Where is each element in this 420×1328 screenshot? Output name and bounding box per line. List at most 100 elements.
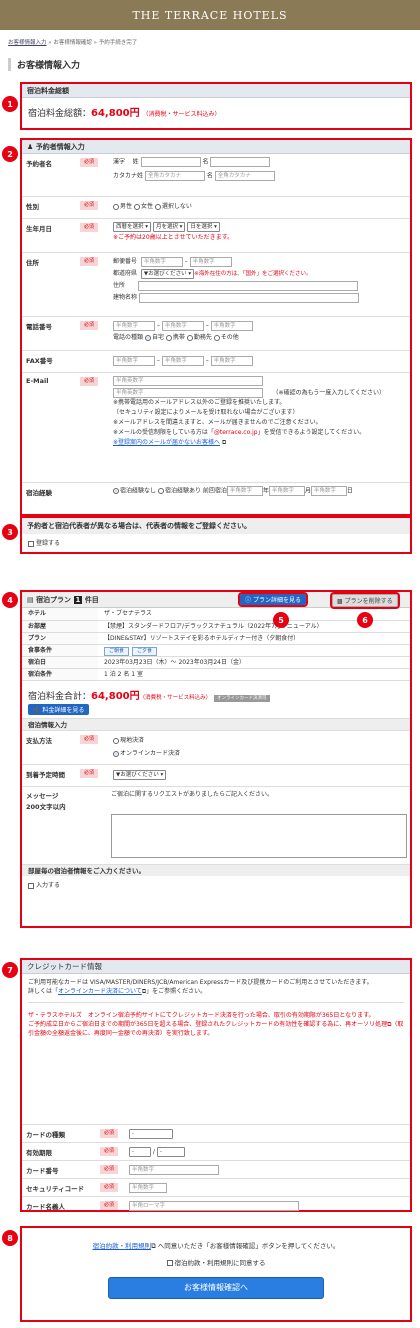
row-email: E-Mail 必須 半角英数字 半角英数字 （※確認の為もう一度入力してください…	[22, 372, 410, 482]
plus-icon: ➕	[33, 707, 41, 714]
external-link-icon: ⧉	[220, 439, 227, 446]
plan-hotel-label: ホテル	[22, 608, 98, 620]
birth-month-select[interactable]: 月を選択 ▾	[152, 222, 186, 232]
confirm-button[interactable]: お客様情報確認へ	[108, 1277, 324, 1299]
birth-note: ※ご予約は20歳以上とさせていただきます。	[113, 233, 234, 241]
fax1-input[interactable]: 半角数字	[113, 356, 155, 366]
hotel-logo[interactable]: THE TERRACE HOTELS	[132, 9, 287, 22]
plan-delete-label: プランを削除する	[344, 598, 393, 605]
phone-type-home-radio[interactable]	[144, 334, 151, 341]
phone1-input[interactable]: 半角数字	[113, 320, 155, 331]
card-detail-suffix: 」をご参照ください。	[146, 988, 207, 995]
card-holder-input[interactable]: 半角ローマ字	[129, 1201, 299, 1211]
pay-online-label: オンラインカード決済	[120, 750, 181, 757]
card-brands-text: ご利用可能なカードは VISA/MASTER/DINERS/JCB/Americ…	[28, 979, 373, 986]
marker-8: 8	[2, 1230, 18, 1246]
room-info-checkbox[interactable]	[28, 882, 34, 889]
marker-4: 4	[2, 592, 18, 608]
email-input[interactable]: 半角英数字	[113, 376, 263, 386]
phone-type-other-radio[interactable]	[213, 334, 220, 341]
pref-select[interactable]: ▼お選びください ▾	[140, 268, 195, 279]
required-badge: 必須	[100, 1165, 119, 1174]
breadcrumb-sep: »	[48, 40, 52, 46]
card-detail-prefix: 詳しくは「	[28, 988, 59, 995]
phone3-input[interactable]: 半角数字	[210, 320, 253, 331]
total-section: 宿泊料金総額 宿泊料金総額：64,800円 （消費税・サービス料込み）	[20, 82, 412, 130]
birth-day-select[interactable]: 日を選択 ▾	[187, 222, 220, 232]
zip1-input[interactable]: 半角数字	[140, 256, 183, 267]
building-input[interactable]	[138, 292, 359, 303]
first-name-input[interactable]	[210, 157, 271, 167]
pay-online-radio[interactable]	[113, 750, 119, 757]
plan-total-note: （消費税・サービス料込み）	[139, 695, 212, 701]
stay-day-input[interactable]: 半角数字	[310, 486, 347, 496]
card-exp-year-select[interactable]: -	[156, 1147, 185, 1157]
email-help-link[interactable]: ※登録案内のメールが届かないお客様へ	[113, 439, 220, 446]
phone2-input[interactable]: 半角数字	[161, 320, 204, 331]
gender-female-radio[interactable]	[133, 203, 140, 210]
breadcrumb: お客様情報入力 » お客様情報確認 » 予約手続き完了	[8, 38, 137, 46]
agree-checkbox[interactable]	[166, 1260, 173, 1266]
card-number-input[interactable]: 半角数字	[129, 1165, 219, 1175]
representative-text: 予約者と宿泊代表者が異なる場合は、代表者の情報をご登録ください。	[22, 518, 410, 534]
stay-label: 宿泊経験	[26, 489, 52, 497]
email-note-1b: （セキュリティ設定によりメールを受け取れない場合がございます）	[113, 409, 299, 416]
arrival-label: 到着予定時間	[26, 771, 65, 779]
name-label: 予約者名	[26, 160, 52, 168]
card-warning-2a: ご予約成立日からご宿泊日までの期間が365日を超える場合、登録されたクレジットカ…	[28, 1021, 388, 1028]
card-type-select[interactable]: -	[129, 1129, 173, 1139]
phone-type-mobile-radio[interactable]	[165, 334, 172, 341]
email-note-2: ※メールアドレスを間違えますと、メールが届きませんのでご注意ください。	[113, 419, 322, 426]
row-fax: FAX番号 半角数字 – 半角数字 – 半角数字	[22, 350, 410, 372]
first-name-kana-input[interactable]: 全角カタカナ	[214, 170, 275, 181]
pay-onsite-radio[interactable]	[113, 737, 119, 744]
plan-detail-label: プラン詳細を見る	[252, 597, 301, 604]
address-input[interactable]	[138, 280, 359, 291]
email-confirm-input[interactable]: 半角英数字	[113, 387, 263, 398]
gender-none-radio[interactable]	[154, 203, 161, 210]
arrival-select[interactable]: ▼お選びください ▾	[113, 770, 167, 780]
terms-link[interactable]: 宿泊約款・利用規則	[93, 1242, 152, 1250]
required-badge: 必須	[80, 158, 99, 167]
card-info: ご利用可能なカードは VISA/MASTER/DINERS/JCB/Americ…	[22, 974, 410, 1042]
stay-month-input[interactable]: 半角数字	[268, 486, 305, 496]
phone-type-other: その他	[220, 334, 239, 341]
marker-3: 3	[2, 524, 18, 540]
stay-none-radio[interactable]	[113, 488, 119, 494]
card-form: カードの種類 必須 - 有効期限 必須 - / - カード番号 必須 半角数字 …	[22, 1124, 410, 1214]
breadcrumb-step-confirm: お客様情報確認	[53, 40, 92, 46]
zip2-input[interactable]: 半角数字	[189, 256, 232, 267]
card-cvc-input[interactable]: 半角数字	[129, 1183, 167, 1193]
stay-info-heading: 宿泊情報入力	[22, 718, 410, 730]
stay-day-label: 日	[346, 487, 353, 495]
agree-section: 宿泊約款・利用規則⧉ へ同意いただき「お客様情報確認」ボタンを押してください。 …	[20, 1226, 412, 1322]
fax2-input[interactable]: 半角数字	[161, 356, 204, 366]
birth-label: 生年月日	[26, 225, 52, 233]
last-name-input[interactable]	[140, 157, 201, 167]
plan-plan-label: プラン	[22, 633, 98, 644]
last-name-kana-input[interactable]: 全角カタカナ	[144, 170, 205, 181]
card-exp-month-select[interactable]: -	[129, 1147, 151, 1157]
gender-male-radio[interactable]	[113, 203, 119, 210]
fee-detail-button[interactable]: ➕ 料金詳細を見る	[28, 704, 90, 715]
plan-detail-button[interactable]: ⓘ プラン詳細を見る	[238, 592, 308, 607]
kana-mei-label: 名	[206, 172, 213, 179]
representative-checkbox[interactable]	[28, 540, 34, 547]
phone-type-mobile: 携帯	[172, 334, 185, 341]
stay-yes-radio[interactable]	[157, 488, 164, 494]
breadcrumb-step-input[interactable]: お客様情報入力	[8, 40, 47, 46]
stay-yes-label: 宿泊経験あり	[164, 487, 201, 495]
agree-instruction: へ同意いただき「お客様情報確認」ボタンを押してください。	[157, 1242, 340, 1250]
birth-year-select[interactable]: 西暦を選択 ▾	[113, 222, 152, 232]
phone-type-work-radio[interactable]	[186, 334, 193, 341]
info-icon: ⓘ	[245, 597, 252, 604]
plan-delete-button[interactable]: ▩ プランを削除する	[330, 592, 400, 609]
fax3-input[interactable]: 半角数字	[210, 356, 253, 366]
message-textarea[interactable]	[111, 814, 407, 858]
stay-year-input[interactable]: 半角数字	[226, 486, 263, 496]
email-domain: @terrace.co.jp	[213, 429, 258, 436]
required-badge: 必須	[100, 1201, 119, 1210]
online-payment-link[interactable]: オンラインカード決済について	[58, 988, 142, 995]
row-phone: 電話番号 必須 半角数字 – 半角数字 – 半角数字 電話の種類 自宅 携帯 勤…	[22, 316, 410, 350]
plan-row-condition: 宿泊条件 1 泊 2 名 1 室	[22, 668, 410, 680]
